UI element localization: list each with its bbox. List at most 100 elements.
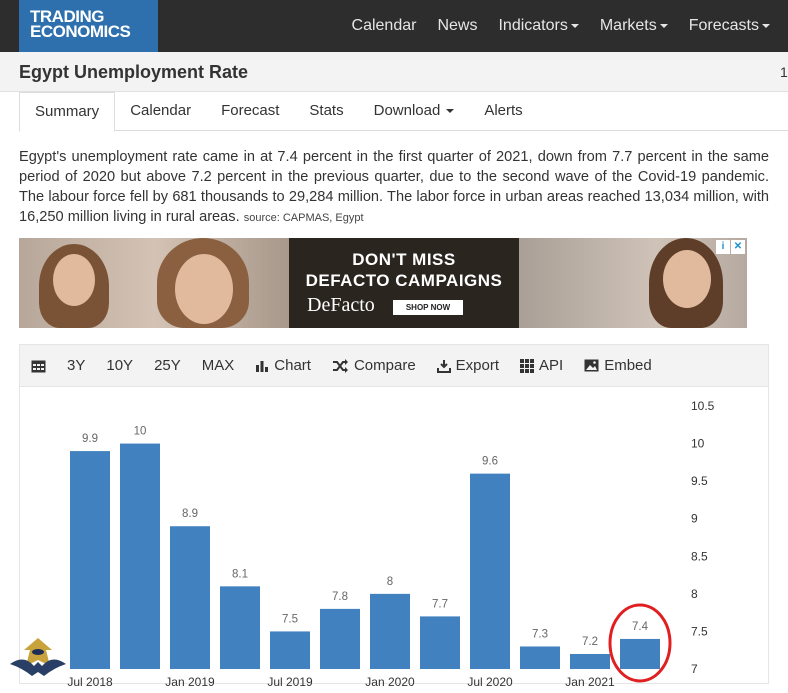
nav-news[interactable]: News <box>437 17 477 35</box>
chart-toolbar: 3Y 10Y 25Y MAX Chart Compare Export API … <box>20 345 768 387</box>
export-label: Export <box>455 357 500 374</box>
x-tick-label: Jan 2020 <box>365 675 415 689</box>
nav-indicators-label: Indicators <box>498 17 568 34</box>
data-bar[interactable] <box>120 443 160 669</box>
nav-news-label: News <box>437 17 478 34</box>
nav-markets[interactable]: Markets <box>600 17 668 35</box>
tab-stats[interactable]: Stats <box>294 92 358 131</box>
x-tick-label: Jan 2019 <box>165 675 215 689</box>
tab-stats-label: Stats <box>309 102 344 119</box>
title-bar: Egypt Unemployment Rate 1 <box>0 52 788 92</box>
embed-button[interactable]: Embed <box>584 357 652 374</box>
data-label: 9.6 <box>482 456 498 468</box>
tab-download[interactable]: Download <box>359 92 470 131</box>
tab-download-label: Download <box>373 102 441 119</box>
x-tick-label: Jan 2021 <box>565 675 615 689</box>
data-label: 7.7 <box>432 598 448 610</box>
ad-model-face <box>175 254 233 324</box>
ad-banner[interactable]: DON'T MISS DEFACTO CAMPAIGNS DeFacto SHO… <box>19 238 747 328</box>
data-bar[interactable] <box>620 638 660 669</box>
y-tick-label: 7.5 <box>691 624 708 638</box>
ad-photo-right <box>519 238 747 328</box>
data-label: 8.9 <box>182 508 198 520</box>
y-tick-label: 7 <box>691 662 698 676</box>
data-label: 9.9 <box>82 433 98 445</box>
tab-alerts[interactable]: Alerts <box>469 92 537 131</box>
nav-calendar[interactable]: Calendar <box>352 17 417 35</box>
tab-summary[interactable]: Summary <box>19 92 116 132</box>
data-bar[interactable] <box>70 451 110 669</box>
x-tick-label: Jul 2019 <box>267 675 313 689</box>
data-label: 7.2 <box>582 636 598 648</box>
data-label: 7.5 <box>282 613 298 625</box>
export-button[interactable]: Export <box>436 357 500 374</box>
ad-brand-logo: DeFacto <box>307 294 375 316</box>
top-navbar: TRADING ECONOMICS Calendar News Indicato… <box>0 0 788 52</box>
range-3y-button[interactable]: 3Y <box>67 357 85 374</box>
bar-chart-icon <box>256 360 269 372</box>
data-label: 7.3 <box>532 628 548 640</box>
range-max-button[interactable]: MAX <box>202 357 235 374</box>
nav-calendar-label: Calendar <box>351 17 417 34</box>
data-bar[interactable] <box>520 646 560 669</box>
embed-label: Embed <box>604 357 652 374</box>
nav-indicators[interactable]: Indicators <box>498 17 579 35</box>
ad-model-face <box>53 254 95 306</box>
shuffle-icon <box>332 358 348 373</box>
ad-close-icon[interactable]: ✕ <box>731 240 745 254</box>
data-label: 8 <box>387 576 393 588</box>
data-label: 7.4 <box>632 621 649 633</box>
arab-defense-forum-watermark <box>10 638 66 676</box>
nav-markets-label: Markets <box>599 17 657 34</box>
data-bar[interactable] <box>270 631 310 669</box>
data-bar[interactable] <box>570 653 610 669</box>
tab-forecast-label: Forecast <box>221 102 280 119</box>
chevron-down-icon <box>446 109 455 113</box>
ad-info-icon[interactable]: i <box>716 240 730 254</box>
y-tick-label: 8 <box>691 587 698 601</box>
calendar-icon <box>31 360 46 372</box>
data-label: 8.1 <box>232 568 248 580</box>
page-title: Egypt Unemployment Rate <box>19 62 249 82</box>
range-10y-button[interactable]: 10Y <box>106 357 133 374</box>
download-icon <box>436 359 451 373</box>
nav-forecasts[interactable]: Forecasts <box>689 17 770 35</box>
ad-shop-now-button[interactable]: SHOP NOW <box>393 300 463 315</box>
date-range-button[interactable] <box>31 359 46 373</box>
x-tick-label: Jul 2018 <box>67 675 113 689</box>
data-bar[interactable] <box>420 616 460 669</box>
data-bar[interactable] <box>470 473 510 669</box>
tab-forecast[interactable]: Forecast <box>206 92 294 131</box>
y-tick-label: 8.5 <box>691 549 708 563</box>
tab-alerts-label: Alerts <box>484 102 523 119</box>
chart-canvas: 10.5 10 9.5 9 8.5 8 7.5 7 9.9 10 8.9 8.1 7.5 7.8 8 7.7 9… <box>67 399 715 689</box>
data-bar[interactable] <box>370 593 410 669</box>
logo-line2: ECONOMICS <box>30 22 131 41</box>
ad-headline-1: DON'T MISS <box>352 250 456 269</box>
source-link[interactable]: source: CAPMAS, Egypt <box>244 212 364 224</box>
api-label: API <box>539 357 564 374</box>
api-button[interactable]: API <box>520 357 563 374</box>
summary-text: Egypt's unemployment rate came in at 7.4… <box>19 149 769 225</box>
range-25y-button[interactable]: 25Y <box>154 357 181 374</box>
chevron-down-icon <box>659 24 668 28</box>
data-bar[interactable] <box>170 526 210 669</box>
y-tick-label: 9 <box>691 512 698 526</box>
trading-economics-logo[interactable]: TRADING ECONOMICS <box>19 0 158 52</box>
data-label: 7.8 <box>332 591 348 603</box>
chart-type-button[interactable]: Chart <box>255 357 311 374</box>
compare-button[interactable]: Compare <box>332 357 416 374</box>
y-tick-label: 10.5 <box>691 399 715 413</box>
data-bar[interactable] <box>320 608 360 669</box>
tab-calendar-label: Calendar <box>130 102 192 119</box>
unemployment-bar-chart: 10.5 10 9.5 9 8.5 8 7.5 7 9.9 10 8.9 8.1 7.5 7.8 8 7.7 9… <box>20 387 788 693</box>
compare-label: Compare <box>353 357 416 374</box>
summary-description: Egypt's unemployment rate came in at 7.4… <box>19 147 769 228</box>
tab-calendar[interactable]: Calendar <box>115 92 206 131</box>
data-bar[interactable] <box>220 586 260 669</box>
tab-bar: Summary Calendar Forecast Stats Download… <box>19 92 788 132</box>
title-edge-text: 1 <box>780 64 788 80</box>
chevron-down-icon <box>762 24 770 28</box>
chevron-down-icon <box>570 24 579 28</box>
chart-type-label: Chart <box>274 357 311 374</box>
